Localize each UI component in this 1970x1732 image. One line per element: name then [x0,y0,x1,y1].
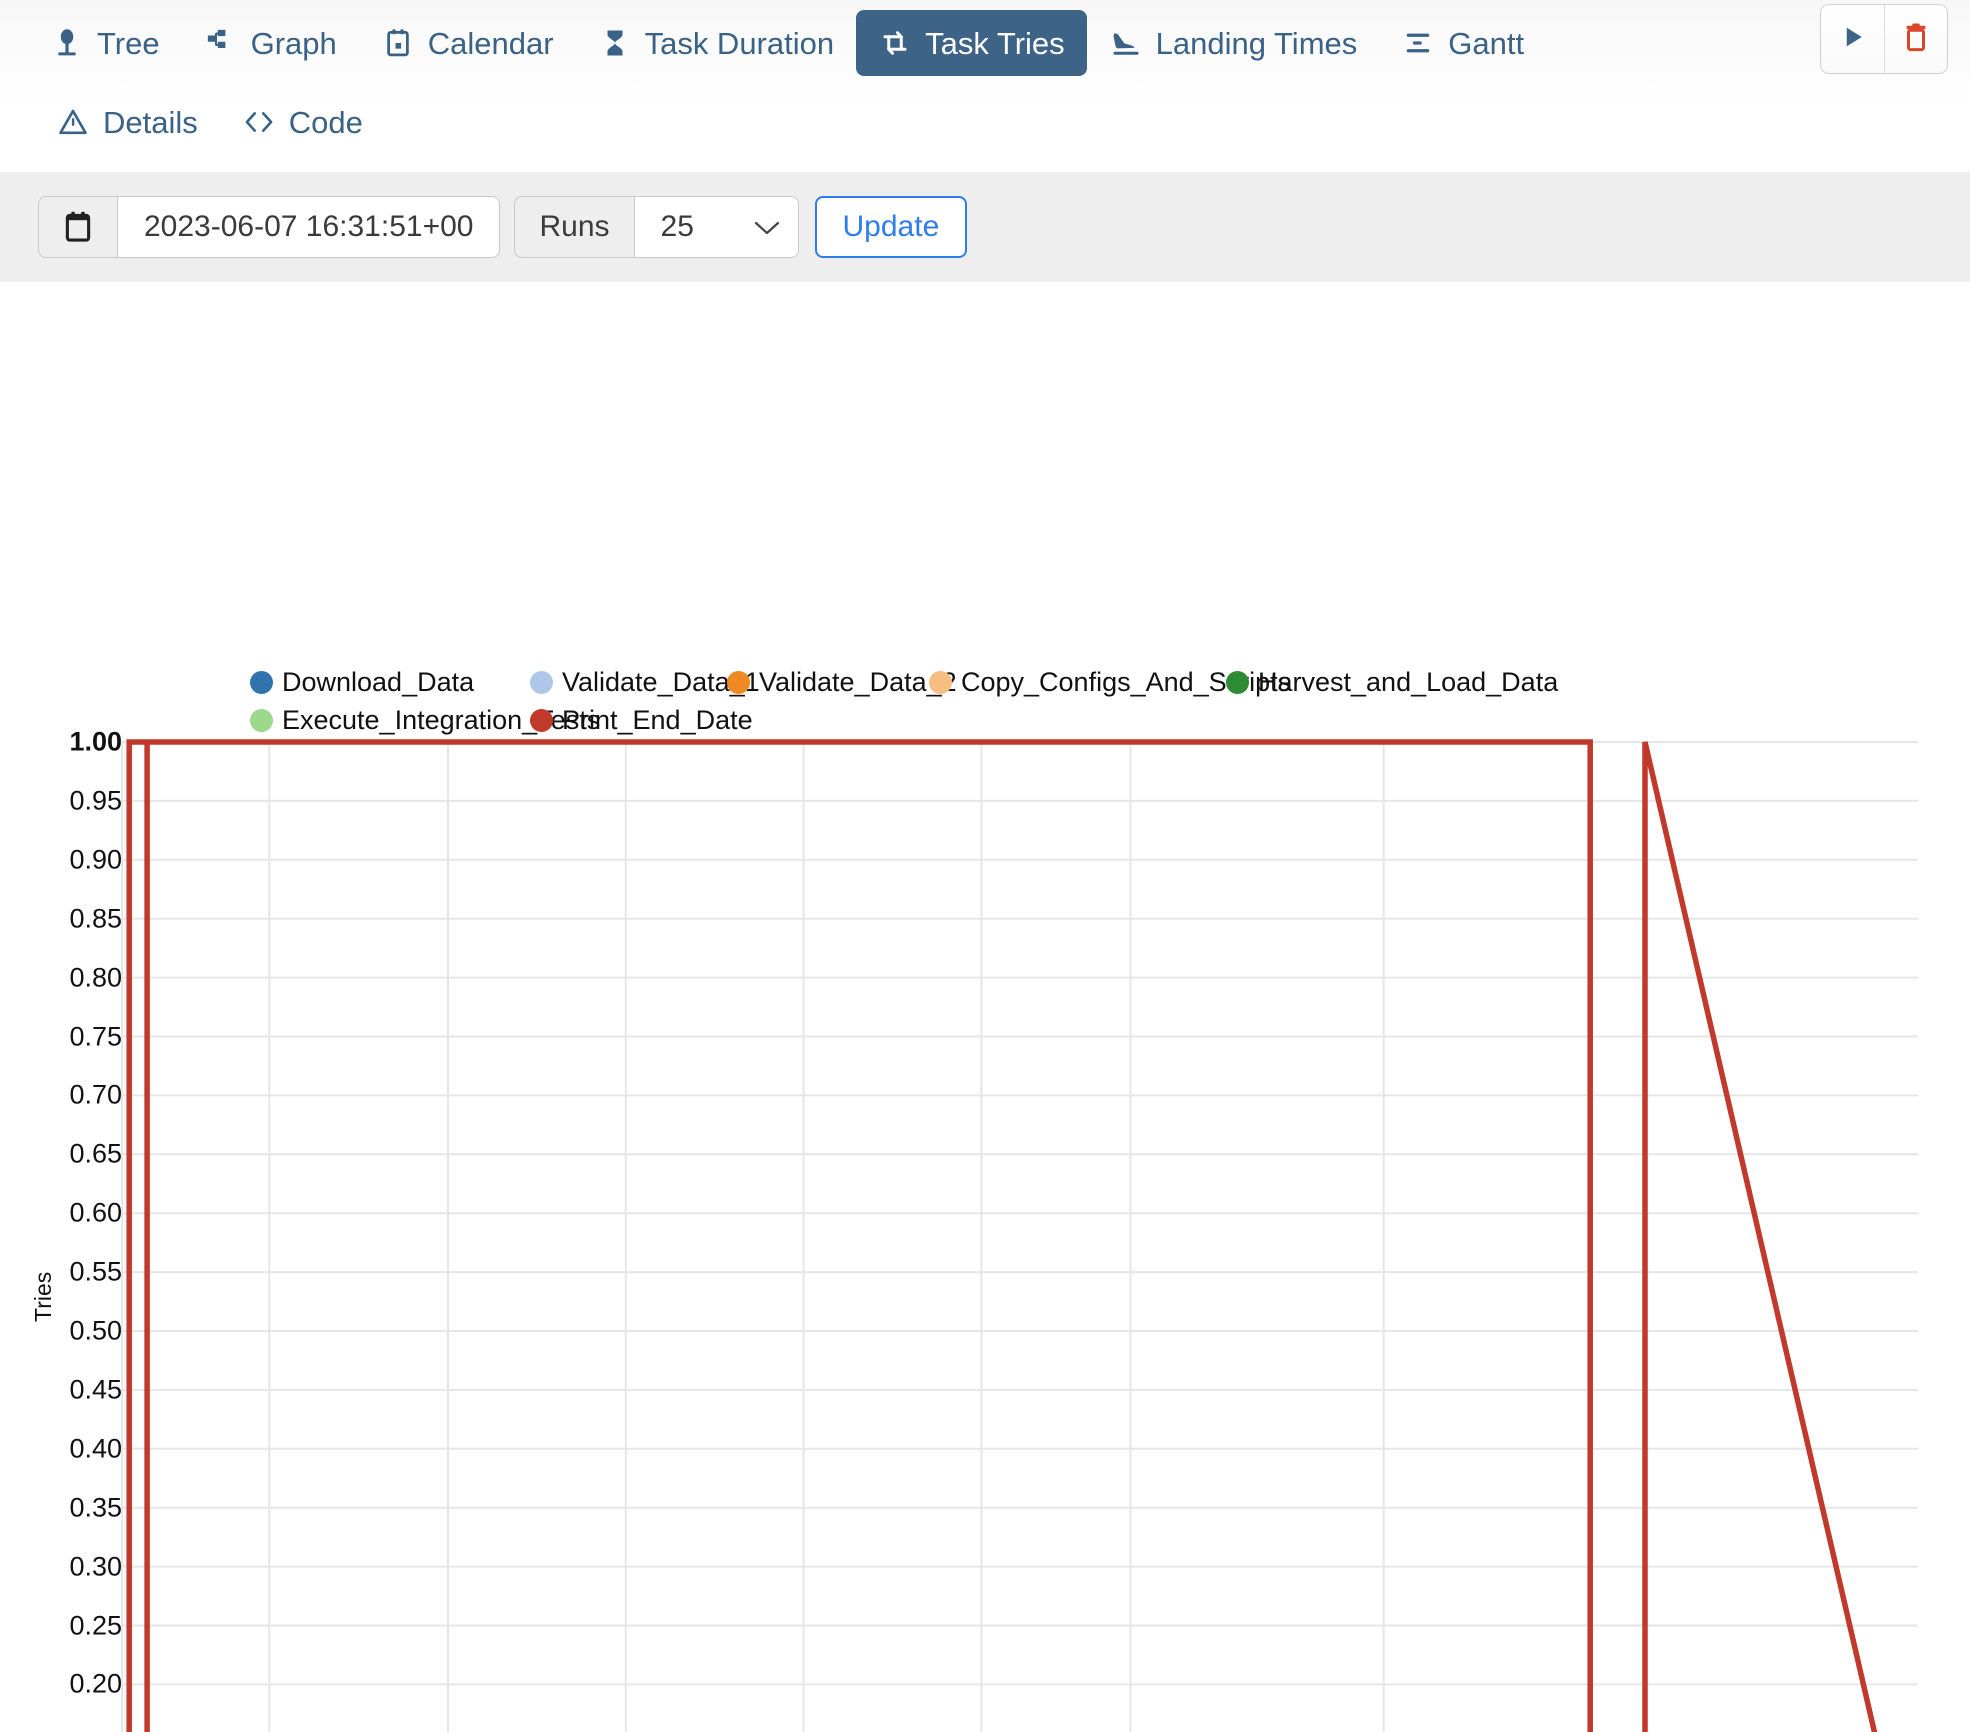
trash-icon [1901,22,1931,57]
y-axis-tick: 0.20 [69,1668,122,1699]
landing-icon [1109,26,1143,60]
tab-tree[interactable]: Tree [28,10,182,76]
base-date-control: 2023-06-07 16:31:51+00 [38,196,501,258]
update-button[interactable]: Update [814,196,968,258]
y-axis-tick: 0.40 [69,1433,122,1464]
y-axis-tick: 0.15 [2,1728,122,1732]
y-axis-tick: 0.80 [69,962,122,993]
warning-triangle-icon [56,105,90,139]
tree-icon [50,26,84,60]
graph-icon [204,26,238,60]
y-axis-tick: 0.60 [69,1197,122,1228]
dag-view-nav: Tree Graph Calendar Task Duration Task T… [0,0,1970,172]
tab-gantt-label: Gantt [1448,25,1525,61]
y-axis-tick-labels: 1.00 0.95 0.90 0.85 0.80 0.75 0.70 0.65 0.60 0.55… [0,282,122,1732]
dag-actions-button-group [1820,4,1948,74]
tab-code[interactable]: Code [220,89,385,155]
y-axis-tick: 0.30 [69,1551,122,1582]
tab-task-tries[interactable]: Task Tries [856,10,1087,76]
retry-icon [878,26,912,60]
hourglass-icon [598,26,632,60]
y-axis-tick: 0.65 [69,1138,122,1169]
gantt-icon [1401,26,1435,60]
y-axis-tick: 0.90 [69,844,122,875]
y-axis-tick: 0.45 [69,1374,122,1405]
tab-calendar-label: Calendar [427,25,554,61]
y-axis-tick: 0.55 [69,1256,122,1287]
grid-lines [121,741,1918,1732]
tab-details-label: Details [103,104,198,140]
nav-secondary-row: Details Code [28,86,1970,158]
tab-gantt[interactable]: Gantt [1379,10,1546,76]
plot-canvas [121,739,1918,1732]
y-axis-tick: 0.75 [69,1021,122,1051]
play-icon [1838,22,1868,57]
tab-code-label: Code [288,104,363,140]
tab-task-duration[interactable]: Task Duration [576,10,857,76]
tab-task-tries-label: Task Tries [925,25,1065,61]
tab-details[interactable]: Details [34,89,220,155]
tab-calendar[interactable]: Calendar [359,10,576,76]
y-axis-tick: 0.85 [69,903,122,934]
delete-dag-button[interactable] [1884,5,1947,73]
task-tries-chart: Download_Data Validate_Data_1 Validate_D… [0,282,1970,1732]
trigger-dag-button[interactable] [1821,5,1884,73]
base-date-input[interactable]: 2023-06-07 16:31:51+00 [117,196,501,258]
y-axis-tick: 0.35 [69,1492,122,1523]
tab-graph-label: Graph [250,25,337,61]
num-runs-select[interactable]: 25 [633,196,799,258]
tab-graph[interactable]: Graph [182,10,359,76]
nav-primary-row: Tree Graph Calendar Task Duration Task T… [28,0,1970,86]
calendar-icon[interactable] [38,196,117,258]
num-runs-label: Runs [514,196,634,258]
series-line-print-end-date [126,739,1878,1732]
calendar-icon [381,26,415,60]
num-runs-control: Runs 25 [514,196,799,258]
y-axis-tick: 0.50 [69,1315,122,1346]
tab-task-duration-label: Task Duration [644,25,835,61]
y-axis-tick: 0.25 [69,1610,122,1640]
tab-tree-label: Tree [97,25,160,61]
code-brackets-icon [242,105,276,139]
chevron-down-icon [754,214,780,240]
tab-landing-times[interactable]: Landing Times [1087,10,1380,76]
airflow-task-tries-page: Tree Graph Calendar Task Duration Task T… [0,0,1970,1732]
run-filter-bar: 2023-06-07 16:31:51+00 Runs 25 Update [0,172,1970,282]
y-axis-tick: 1.00 [69,726,122,757]
num-runs-value: 25 [660,210,694,243]
y-axis-tick: 0.95 [69,785,122,816]
tab-landing-times-label: Landing Times [1155,25,1358,61]
series-lines [126,739,1878,1732]
y-axis-tick: 0.70 [69,1079,122,1110]
